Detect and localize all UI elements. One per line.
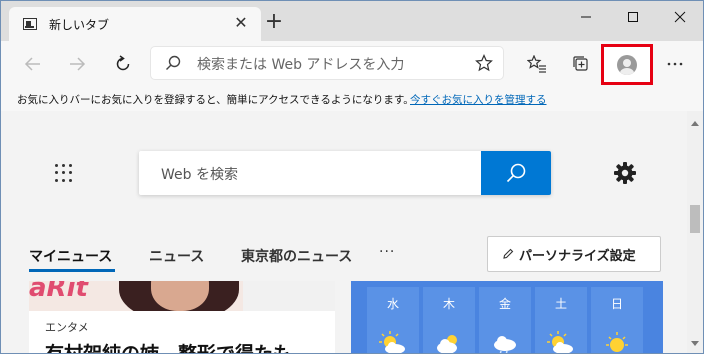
active-tab-underline [29, 269, 115, 272]
web-search-input[interactable]: Web を検索 [161, 164, 238, 184]
address-bar[interactable]: 検索または Web アドレスを入力 [151, 47, 503, 79]
forward-button[interactable] [63, 50, 91, 78]
cloudy-rain-icon [494, 336, 516, 353]
weather-day: 水 [367, 287, 419, 353]
page-settings-gear-icon[interactable] [613, 161, 637, 185]
tab-strip: 新しいタブ ✕ + [1, 1, 703, 41]
tab-title: 新しいタブ [49, 18, 110, 32]
partly-cloudy-icon [437, 335, 457, 353]
app-launcher-icon[interactable] [55, 164, 73, 182]
new-tab-page: Web を検索 マイニュース ニュース 東京都のニュース ··· パーソナライズ… [1, 111, 687, 353]
search-icon [506, 163, 526, 183]
weather-day-label: 木 [442, 297, 455, 311]
page-scrollbar[interactable] [687, 111, 703, 353]
favorites-bar-message: お気に入りバーにお気に入りを登録すると、簡単にアクセスできるようになります。 [17, 94, 414, 106]
back-arrow-icon [24, 57, 40, 71]
toolbar: 検索または Web アドレスを入力 [1, 41, 703, 87]
tab-tokyo-news[interactable]: 東京都のニュース [241, 246, 352, 266]
search-icon [166, 55, 181, 70]
tab-new-tab[interactable]: 新しいタブ ✕ [9, 7, 261, 41]
refresh-icon [116, 55, 130, 71]
news-card-headline[interactable]: 有村架純の姉 整形で得たも [45, 339, 292, 353]
close-icon [674, 11, 686, 23]
favorites-list-icon [527, 55, 546, 73]
new-tab-button[interactable]: + [263, 11, 285, 34]
settings-more-button[interactable] [663, 52, 687, 76]
news-card[interactable]: aRit エンタメ 有村架純の姉 整形で得たも [29, 281, 335, 353]
weather-day: 木 [423, 287, 475, 353]
weather-day: 金 [479, 287, 531, 353]
minimize-button[interactable] [563, 1, 609, 33]
favorites-button[interactable] [525, 52, 549, 76]
partly-sunny-icon [379, 331, 405, 353]
weather-widget[interactable]: 水 木 金 土 日 [351, 281, 663, 353]
weather-day: 土 [535, 287, 587, 353]
personalize-button[interactable]: パーソナライズ設定 [487, 236, 661, 272]
maximize-button[interactable] [610, 1, 656, 33]
weather-day: 日 [591, 287, 643, 353]
tab-my-news[interactable]: マイニュース [29, 246, 112, 266]
news-card-category: エンタメ [45, 321, 89, 334]
browser-window: 新しいタブ ✕ + 検索または Web アドレスを入力 お気に入りバーにお気に入… [0, 0, 704, 354]
refresh-button[interactable] [109, 50, 137, 78]
profile-button[interactable] [601, 44, 653, 85]
collections-icon [573, 56, 588, 71]
news-image-logo: aRit [29, 281, 88, 303]
add-favorite-star-icon[interactable] [475, 54, 493, 72]
minimize-icon [581, 16, 591, 18]
web-search-box[interactable]: Web を検索 [139, 151, 551, 195]
weather-day-label: 日 [610, 297, 623, 311]
collections-button[interactable] [569, 52, 593, 76]
maximize-icon [628, 12, 638, 22]
sunny-icon [606, 332, 628, 352]
web-search-button[interactable] [481, 151, 551, 195]
partly-sunny-icon [547, 331, 573, 353]
avatar-icon [617, 54, 637, 75]
address-input[interactable]: 検索または Web アドレスを入力 [197, 54, 404, 74]
weather-day-label: 土 [554, 297, 567, 311]
manage-favorites-link[interactable]: 今すぐお気に入りを管理する [410, 92, 547, 107]
favorites-bar: お気に入りバーにお気に入りを登録すると、簡単にアクセスできるようになります。 今… [1, 87, 703, 111]
scroll-thumb[interactable] [690, 205, 700, 233]
scroll-up-arrow-icon[interactable] [691, 121, 699, 126]
forward-arrow-icon [70, 57, 86, 71]
weather-day-label: 金 [498, 297, 511, 311]
tab-close-icon[interactable]: ✕ [231, 13, 251, 33]
more-horizontal-icon [667, 62, 683, 66]
tab-news[interactable]: ニュース [149, 246, 204, 266]
scroll-down-arrow-icon[interactable] [691, 341, 699, 346]
close-window-button[interactable] [657, 1, 703, 33]
new-tab-page-icon [23, 18, 37, 30]
personalize-label: パーソナライズ設定 [519, 248, 636, 264]
back-button[interactable] [19, 50, 47, 78]
news-more-button[interactable]: ··· [379, 244, 395, 260]
pencil-icon [503, 248, 514, 259]
weather-day-label: 水 [386, 297, 399, 311]
news-card-image: aRit [29, 281, 335, 311]
